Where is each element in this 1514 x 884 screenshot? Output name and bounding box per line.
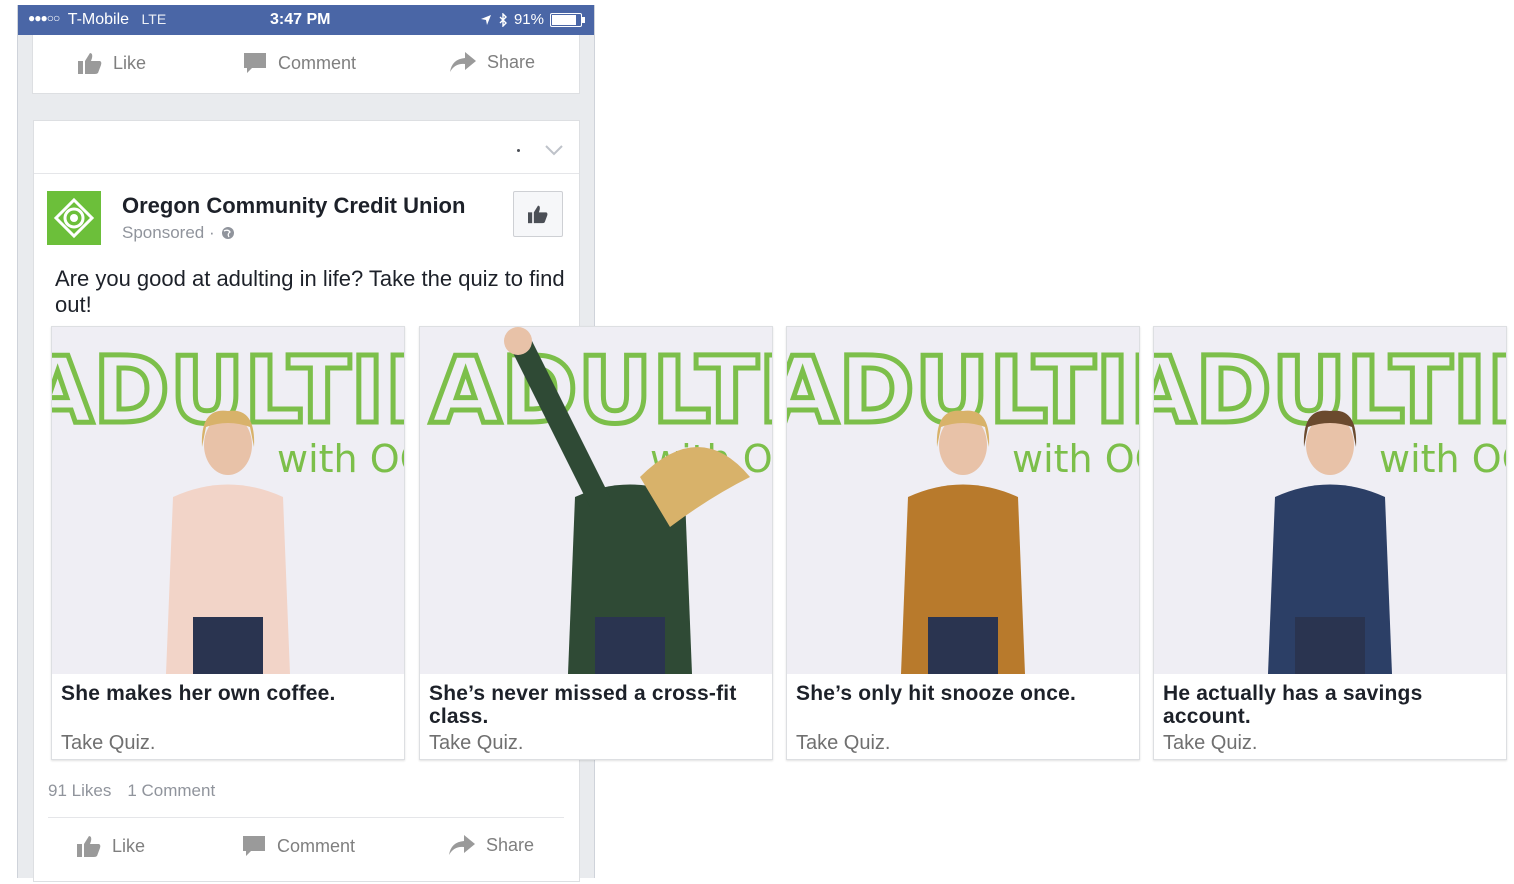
top-comment-label: Comment <box>278 52 357 73</box>
status-right: 91% <box>480 11 585 28</box>
post-menu-row <box>34 121 579 174</box>
signal-strength-icon: ●●●○○ <box>28 11 60 25</box>
bottom-action-bar: Like Comment Share <box>32 820 578 874</box>
sponsored-label-row: Sponsored · <box>122 223 235 243</box>
sponsored-label: Sponsored · <box>122 223 215 242</box>
carousel-caption[interactable]: She makes her own coffee. Take Quiz. <box>52 674 404 759</box>
comment-button[interactable]: Comment <box>241 834 355 858</box>
status-left: ●●●○○ T-Mobile LTE <box>28 11 166 29</box>
carousel-headline: He actually has a savings account. <box>1163 682 1423 728</box>
carousel-caption[interactable]: He actually has a savings account. Take … <box>1154 674 1506 759</box>
person-legs <box>928 617 998 674</box>
divider <box>48 817 564 818</box>
post-stats: 91 Likes 1 Comment <box>48 781 215 801</box>
carousel-photo[interactable]: ADULTINGwith OCCU <box>420 327 772 674</box>
battery-icon <box>550 12 585 27</box>
carousel-photo[interactable]: ADULTINGwith OCCU <box>1154 327 1506 674</box>
carrier-label: T-Mobile <box>67 11 130 28</box>
photo-scene: ADULTINGwith OCCU <box>787 327 1139 674</box>
photo-scene: ADULTINGwith OCCU <box>420 327 772 674</box>
top-comment-button[interactable]: Comment <box>242 51 356 75</box>
post-message: Are you good at adulting in life? Take t… <box>55 266 565 317</box>
page-name-link[interactable]: Oregon Community Credit Union <box>122 193 465 219</box>
carousel-headline: She’s never missed a cross-fit class. <box>429 682 737 728</box>
share-arrow-icon <box>448 834 476 856</box>
share-arrow-icon <box>449 51 477 73</box>
thumbs-up-icon <box>76 834 102 858</box>
like-page-button[interactable] <box>513 191 563 237</box>
like-button[interactable]: Like <box>76 834 145 858</box>
carousel-photo[interactable]: ADULTINGwith OCCU <box>787 327 1139 674</box>
thumbs-up-icon <box>77 51 103 75</box>
top-like-label: Like <box>113 52 147 73</box>
likes-count[interactable]: 91 Likes <box>48 781 111 801</box>
person-legs <box>193 617 263 674</box>
carousel-card[interactable]: ADULTINGwith OCCU She makes her own coff… <box>51 326 405 760</box>
person-legs <box>1295 617 1365 674</box>
clock: 3:47 PM <box>270 11 331 28</box>
like-label: Like <box>112 835 146 856</box>
carousel-cta-link[interactable]: Take Quiz. <box>61 732 155 755</box>
bluetooth-icon <box>498 12 508 27</box>
carousel-cta-link[interactable]: Take Quiz. <box>429 732 523 755</box>
carousel-cta-link[interactable]: Take Quiz. <box>796 732 890 755</box>
comments-count[interactable]: 1 Comment <box>127 781 215 801</box>
share-button[interactable]: Share <box>448 834 534 856</box>
person-hand <box>504 327 532 355</box>
menu-dot <box>517 149 520 152</box>
carousel-headline: She makes her own coffee. <box>61 682 336 705</box>
carousel-headline: She’s only hit snooze once. <box>796 682 1076 705</box>
previous-post-actions-card: Like Comment Share <box>32 35 580 94</box>
page-logo[interactable] <box>47 191 101 245</box>
battery-percent: 91% <box>513 11 544 28</box>
comment-bubble-icon <box>242 51 268 75</box>
thumbs-up-icon <box>527 204 549 224</box>
globe-icon <box>221 226 235 240</box>
backdrop-subtitle: with OCCU <box>1379 437 1506 481</box>
carousel-caption[interactable]: She’s only hit snooze once. Take Quiz. <box>787 674 1139 759</box>
person-legs <box>595 617 665 674</box>
battery-fill <box>552 14 576 25</box>
carousel-photo[interactable]: ADULTINGwith OCCU <box>52 327 404 674</box>
backdrop-subtitle: with OCCU <box>1012 437 1139 481</box>
top-like-button[interactable]: Like <box>77 51 146 75</box>
photo-scene: ADULTINGwith OCCU <box>52 327 404 674</box>
backdrop-subtitle: with OCCU <box>277 437 404 481</box>
carousel-caption[interactable]: She’s never missed a cross-fit class. Ta… <box>420 674 772 759</box>
status-bar: ●●●○○ T-Mobile LTE 3:47 PM 91% <box>18 5 594 35</box>
network-label: LTE <box>141 11 167 27</box>
previous-post-action-bar: Like Comment Share <box>33 37 579 91</box>
location-arrow-icon <box>480 14 492 26</box>
backdrop-word: ADULTING <box>430 337 772 444</box>
top-share-label: Share <box>487 51 536 72</box>
chevron-down-icon[interactable] <box>544 143 564 161</box>
carousel-card[interactable]: ADULTINGwith OCCU He actually has a savi… <box>1153 326 1507 760</box>
carousel-card[interactable]: ADULTINGwith OCCU She’s only hit snooze … <box>786 326 1140 760</box>
share-label: Share <box>486 834 535 855</box>
top-share-button[interactable]: Share <box>449 51 535 73</box>
carousel-card[interactable]: ADULTINGwith OCCU She’s never missed a c… <box>419 326 773 760</box>
comment-label: Comment <box>277 835 356 856</box>
carousel-cta-link[interactable]: Take Quiz. <box>1163 732 1257 755</box>
comment-bubble-icon <box>241 834 267 858</box>
photo-scene: ADULTINGwith OCCU <box>1154 327 1506 674</box>
